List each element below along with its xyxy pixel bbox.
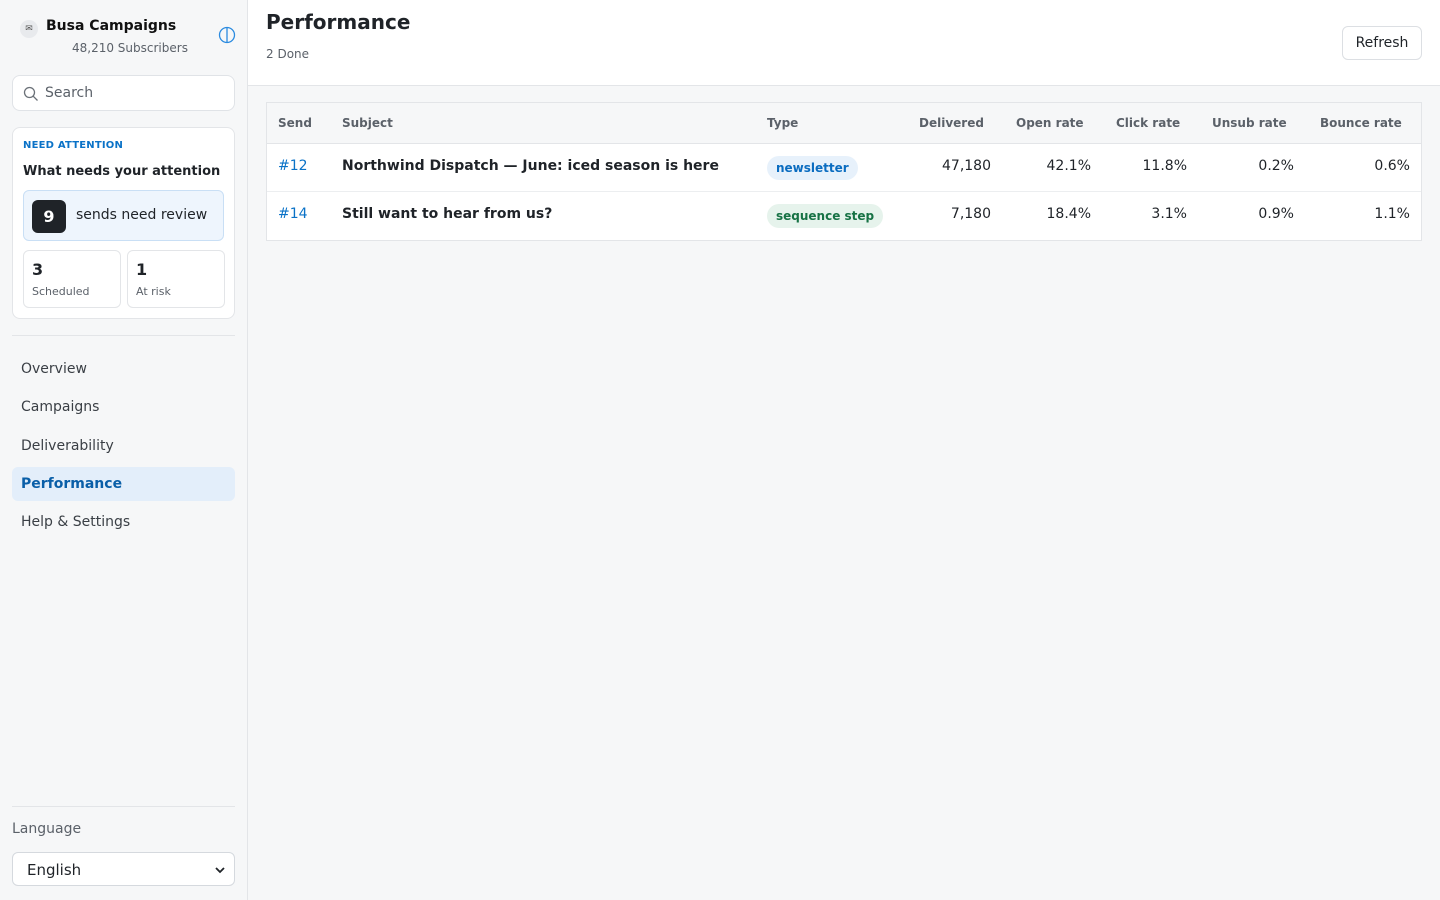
open-rate-cell: 18.4%: [1046, 206, 1091, 222]
refresh-button[interactable]: Refresh: [1342, 26, 1422, 60]
column-header-open-rate[interactable]: Open rate: [1016, 116, 1084, 130]
subject-cell: Northwind Dispatch — June: iced season i…: [342, 158, 719, 174]
table-header: Send Subject Type Delivered Open rate Cl…: [267, 103, 1421, 144]
table-row[interactable]: #14 Still want to hear from us? sequence…: [267, 192, 1421, 240]
language-value: English: [27, 861, 82, 879]
review-label: sends need review: [76, 207, 208, 223]
open-rate-cell: 42.1%: [1046, 158, 1091, 174]
attention-kicker: NEED ATTENTION: [23, 140, 124, 151]
brand: ✉ Busa Campaigns 48,210 Subscribers: [20, 16, 236, 60]
send-link[interactable]: #12: [278, 158, 308, 174]
type-badge: sequence step: [767, 204, 884, 228]
stat-value: 1: [136, 260, 148, 279]
subject-cell: Still want to hear from us?: [342, 206, 553, 222]
column-header-type[interactable]: Type: [767, 116, 798, 130]
unsub-rate-cell: 0.2%: [1258, 158, 1294, 174]
nav-item-performance[interactable]: Performance: [12, 467, 235, 501]
search-input[interactable]: [45, 76, 225, 110]
bounce-rate-cell: 1.1%: [1374, 206, 1410, 222]
review-card[interactable]: 9 sends need review: [23, 190, 224, 241]
mail-icon: ✉: [20, 20, 38, 38]
stat-label: At risk: [136, 285, 171, 298]
page-status: 2 Done: [266, 47, 310, 61]
stat-value: 3: [32, 260, 44, 279]
language-label: Language: [12, 821, 82, 837]
column-header-send[interactable]: Send: [278, 116, 312, 130]
search-box: [12, 75, 235, 111]
attention-panel: NEED ATTENTION What needs your attention…: [12, 127, 235, 319]
divider: [12, 335, 235, 336]
sidebar-toggle-icon[interactable]: [218, 26, 236, 44]
chevron-down-icon: [215, 867, 225, 874]
search-icon: [23, 86, 38, 101]
review-count-badge: 9: [32, 200, 66, 233]
stat-label: Scheduled: [32, 285, 90, 298]
column-header-subject[interactable]: Subject: [342, 116, 393, 130]
attention-title: What needs your attention: [23, 164, 221, 179]
click-rate-cell: 11.8%: [1142, 158, 1187, 174]
stat-scheduled[interactable]: 3 Scheduled: [23, 250, 121, 308]
table-row[interactable]: #12 Northwind Dispatch — June: iced seas…: [267, 144, 1421, 192]
send-link[interactable]: #14: [278, 206, 308, 222]
column-header-unsub-rate[interactable]: Unsub rate: [1212, 116, 1287, 130]
column-header-bounce-rate[interactable]: Bounce rate: [1320, 116, 1402, 130]
unsub-rate-cell: 0.9%: [1258, 206, 1294, 222]
click-rate-cell: 3.1%: [1151, 206, 1187, 222]
nav-item-overview[interactable]: Overview: [12, 352, 235, 386]
column-header-click-rate[interactable]: Click rate: [1116, 116, 1180, 130]
nav-item-campaigns[interactable]: Campaigns: [12, 390, 235, 424]
page-header: Performance 2 Done Refresh: [248, 0, 1440, 86]
divider: [12, 806, 235, 807]
performance-table: Send Subject Type Delivered Open rate Cl…: [266, 102, 1422, 241]
column-header-delivered[interactable]: Delivered: [919, 116, 984, 130]
nav-item-help-settings[interactable]: Help & Settings: [12, 505, 235, 539]
type-badge: newsletter: [767, 156, 858, 180]
stat-at-risk[interactable]: 1 At risk: [127, 250, 225, 308]
delivered-cell: 47,180: [942, 158, 991, 174]
delivered-cell: 7,180: [950, 206, 991, 222]
subscriber-count: 48,210 Subscribers: [72, 41, 188, 55]
brand-name: Busa Campaigns: [46, 18, 177, 34]
bounce-rate-cell: 0.6%: [1374, 158, 1410, 174]
nav-item-deliverability[interactable]: Deliverability: [12, 429, 235, 463]
sidebar: ✉ Busa Campaigns 48,210 Subscribers NEED…: [0, 0, 248, 900]
page-title: Performance: [266, 10, 411, 34]
language-select[interactable]: English: [12, 852, 235, 886]
